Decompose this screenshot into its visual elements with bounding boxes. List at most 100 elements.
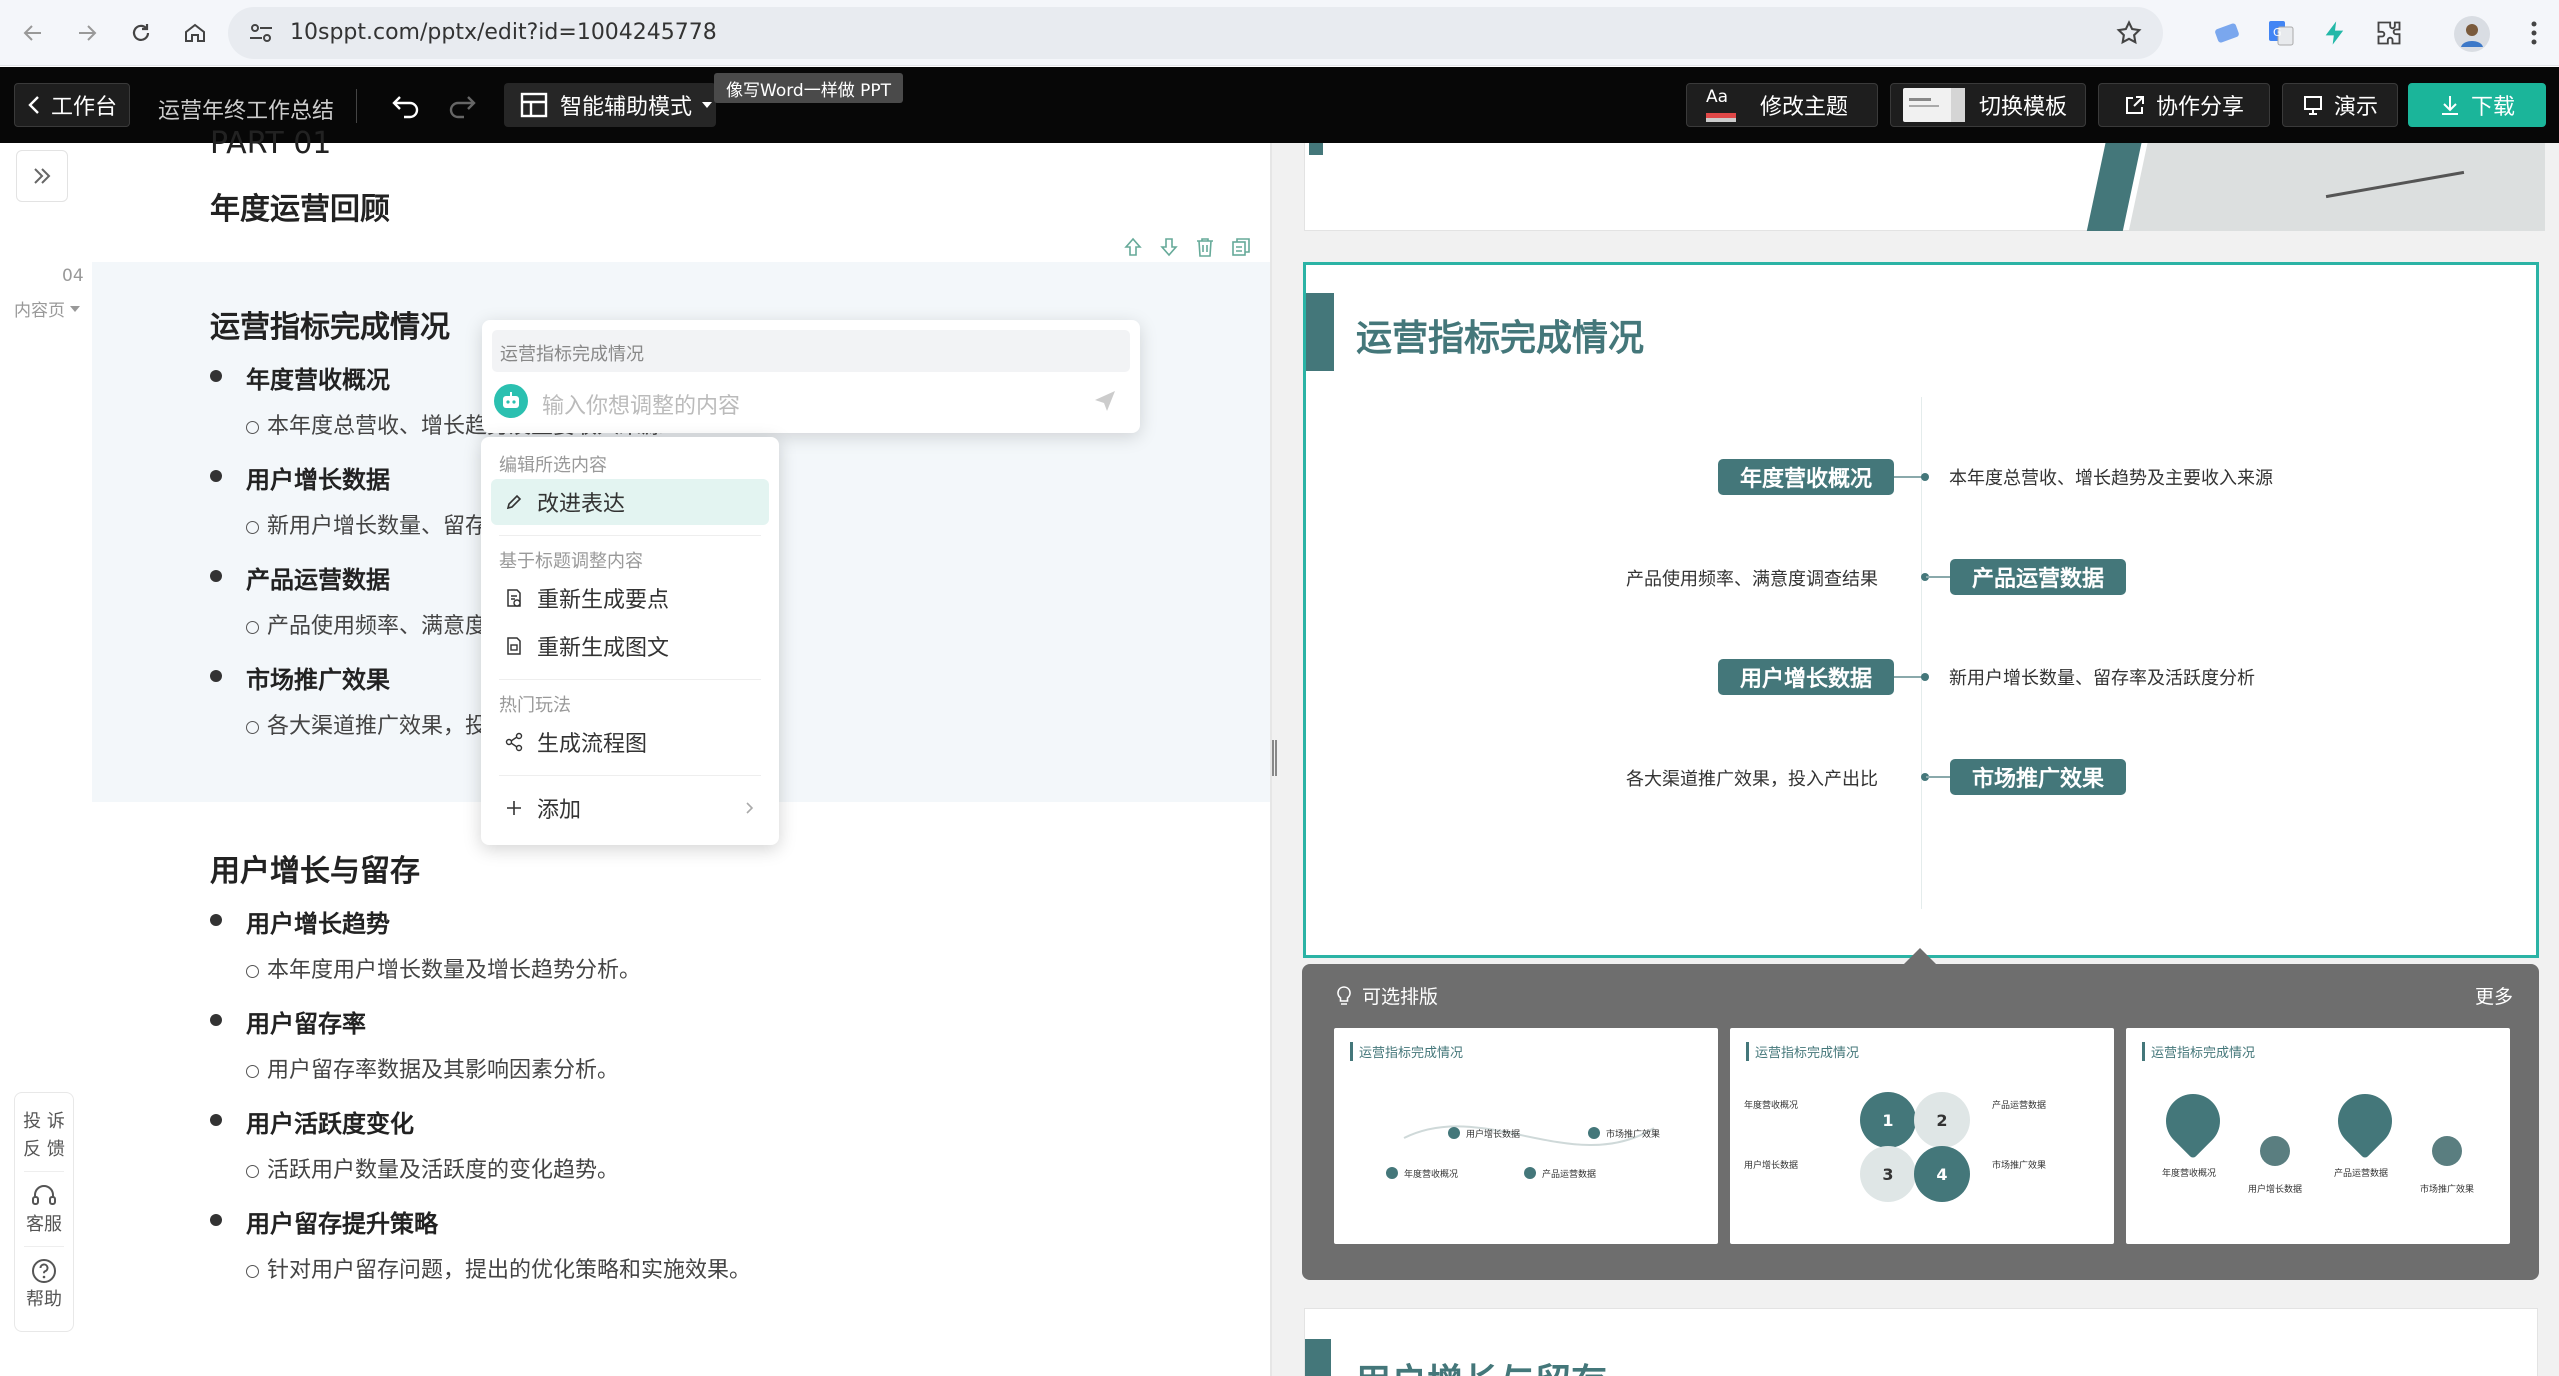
help-label[interactable]: 帮助 <box>26 1285 62 1311</box>
workspace-button[interactable]: 工作台 <box>14 83 130 127</box>
preview-desc[interactable]: 本年度总营收、增长趋势及主要收入来源 <box>1949 464 2273 490</box>
send-icon[interactable] <box>1092 388 1118 414</box>
bookmark-star-icon[interactable] <box>2115 19 2143 47</box>
helper-divider <box>24 1246 64 1247</box>
preview-desc[interactable]: 新用户增长数量、留存率及活跃度分析 <box>1949 664 2255 690</box>
item-desc[interactable]: 针对用户留存问题，提出的优化策略和实施效果。 <box>246 1252 751 1284</box>
item-title[interactable]: 产品运营数据 <box>246 560 390 595</box>
preview-slide-title[interactable]: 运营指标完成情况 <box>1356 309 1644 361</box>
page-type-dropdown[interactable]: 内容页 <box>14 296 81 321</box>
preview-tag[interactable]: 产品运营数据 <box>1950 559 2126 595</box>
complaint-label[interactable]: 投 诉 <box>23 1107 65 1133</box>
download-button[interactable]: 下载 <box>2408 83 2546 127</box>
preview-desc[interactable]: 各大渠道推广效果，投入产出比 <box>1626 765 1878 791</box>
site-info-icon[interactable] <box>248 21 274 45</box>
item-desc[interactable]: 用户留存率数据及其影响因素分析。 <box>246 1052 619 1084</box>
regenerate-graphic-item[interactable]: 重新生成图文 <box>491 623 769 669</box>
item-title[interactable]: 年度营收概况 <box>246 360 390 395</box>
prev-slide-thumbnail[interactable] <box>1304 143 2545 231</box>
ai-context-chip: 运营指标完成情况 <box>492 330 1130 372</box>
mode-label: 智能辅助模式 <box>560 95 693 120</box>
expand-sidebar-button[interactable] <box>16 150 68 202</box>
theme-button[interactable]: Aa 修改主题 <box>1686 83 1878 127</box>
next-slide-title[interactable]: 用户增长与留存 <box>210 846 420 890</box>
item-title[interactable]: 用户增长趋势 <box>246 904 390 939</box>
layouts-popover-caret <box>1904 948 1936 964</box>
regenerate-points-item[interactable]: 重新生成要点 <box>491 575 769 621</box>
item-title[interactable]: 用户留存率 <box>246 1004 366 1039</box>
reload-icon[interactable] <box>120 12 162 54</box>
thumb-label: 产品运营数据 <box>1992 1101 2047 1111</box>
pane-resize-handle[interactable] <box>1272 740 1277 776</box>
address-bar[interactable]: 10sppt.com/pptx/edit?id=1004245778 <box>228 7 2163 59</box>
next-preview-title: 用户增长与留存 <box>1355 1353 1607 1376</box>
mode-dropdown[interactable]: 智能辅助模式 <box>504 83 716 127</box>
duplicate-icon[interactable] <box>1228 234 1254 260</box>
help-icon[interactable] <box>30 1257 58 1285</box>
more-layouts-link[interactable]: 更多 <box>2475 982 2513 1009</box>
floating-helpers: 投 诉 反 馈 客服 帮助 <box>14 1092 74 1332</box>
layout-option-3[interactable]: 运营指标完成情况 年度营收概况 用户增长数据 产品运营数据 市场推广效果 <box>2126 1028 2510 1244</box>
ai-input[interactable]: 输入你想调整的内容 <box>542 388 740 420</box>
quadrant-1: 1 <box>1860 1092 1916 1148</box>
preview-tag[interactable]: 年度营收概况 <box>1718 459 1894 495</box>
menu-divider <box>499 679 761 680</box>
doc-title[interactable]: 运营年终工作总结 <box>158 93 334 125</box>
helper-divider <box>24 1171 64 1172</box>
bolt-ext-icon[interactable] <box>2318 16 2352 50</box>
browser-menu-icon[interactable] <box>2530 18 2538 48</box>
theme-glyph: Aa <box>1706 87 1729 107</box>
item-title[interactable]: 用户留存提升策略 <box>246 1204 438 1239</box>
item-title[interactable]: 用户增长数据 <box>246 460 390 495</box>
slide-title[interactable]: 运营指标完成情况 <box>210 302 450 346</box>
feedback-label[interactable]: 反 馈 <box>23 1135 65 1161</box>
forward-icon[interactable] <box>66 12 108 54</box>
add-item[interactable]: 添加 <box>491 785 769 831</box>
present-button[interactable]: 演示 <box>2282 83 2398 127</box>
caret-down-icon <box>70 305 80 312</box>
preview-tag[interactable]: 用户增长数据 <box>1718 659 1894 695</box>
next-slide-thumbnail[interactable]: 用户增长与留存 <box>1304 1308 2538 1376</box>
template-button[interactable]: 切换模板 <box>1890 83 2086 127</box>
item-title[interactable]: 市场推广效果 <box>246 660 390 695</box>
preview-tag[interactable]: 市场推广效果 <box>1950 759 2126 795</box>
pin-marker <box>2432 1136 2462 1166</box>
service-label[interactable]: 客服 <box>26 1210 62 1236</box>
move-up-icon[interactable] <box>1120 234 1146 260</box>
google-translate-icon[interactable]: G <box>2264 16 2298 50</box>
current-slide-preview[interactable]: 运营指标完成情况 年度营收概况 本年度总营收、增长趋势及主要收入来源 产品使用频… <box>1303 262 2539 958</box>
redo-icon[interactable] <box>446 91 478 119</box>
move-down-icon[interactable] <box>1156 234 1182 260</box>
layout-option-1[interactable]: 运营指标完成情况 用户增长数据 市场推广效果 年度营收概况 产品运营数据 <box>1334 1028 1718 1244</box>
layout-option-2[interactable]: 运营指标完成情况 年度营收概况 产品运营数据 用户增长数据 市场推广效果 1 2… <box>1730 1028 2114 1244</box>
generate-flowchart-item[interactable]: 生成流程图 <box>491 719 769 765</box>
connector-line <box>1894 676 1924 678</box>
bullet-dot <box>210 1114 222 1126</box>
timeline-layout-graphic <box>1386 1125 1655 1179</box>
template-label: 切换模板 <box>1979 95 2068 120</box>
undo-icon[interactable] <box>390 91 422 119</box>
extensions-puzzle-icon[interactable] <box>2372 16 2406 50</box>
home-icon[interactable] <box>174 12 216 54</box>
item-desc[interactable]: 活跃用户数量及活跃度的变化趋势。 <box>246 1152 619 1184</box>
pencil-icon <box>503 491 525 513</box>
headset-icon[interactable] <box>30 1182 58 1210</box>
section-title[interactable]: 年度运营回顾 <box>210 184 390 228</box>
back-icon[interactable] <box>12 12 54 54</box>
title-accent-bar <box>1305 1339 1331 1376</box>
share-icon <box>2125 96 2144 114</box>
item-title[interactable]: 用户活跃度变化 <box>246 1104 414 1139</box>
mode-tooltip: 像写Word一样做 PPT <box>714 73 903 103</box>
doc-image-icon <box>503 635 525 657</box>
flowchart-icon <box>503 731 525 753</box>
improve-expression-item[interactable]: 改进表达 <box>491 479 769 525</box>
ai-action-menu: 编辑所选内容 改进表达 基于标题调整内容 重新生成要点 重新生成图文 热门玩法 … <box>481 437 779 845</box>
connector-line <box>1894 476 1924 478</box>
share-button[interactable]: 协作分享 <box>2098 83 2270 127</box>
translate-ext-icon[interactable] <box>2210 16 2244 50</box>
preview-desc[interactable]: 产品使用频率、满意度调查结果 <box>1626 565 1878 591</box>
menu-group-header: 热门玩法 <box>499 695 571 716</box>
delete-icon[interactable] <box>1192 234 1218 260</box>
item-desc[interactable]: 本年度用户增长数量及增长趋势分析。 <box>246 952 641 984</box>
profile-avatar[interactable] <box>2454 16 2490 52</box>
